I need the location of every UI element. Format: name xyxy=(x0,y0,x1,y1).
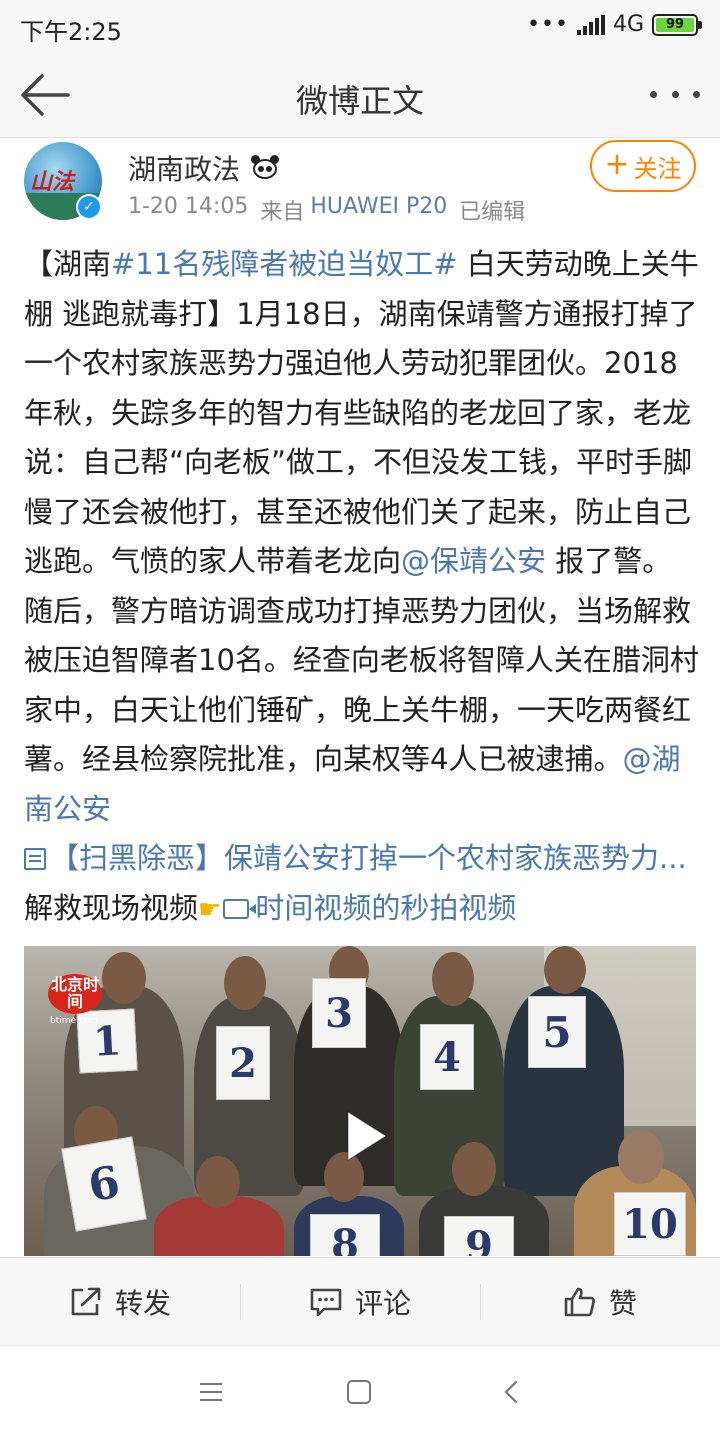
edited-label: 已编辑 xyxy=(459,200,526,225)
author-name-row: 湖南政法 xyxy=(128,148,280,188)
post-meta: 1-20 14:05 来自 HUAWEI P20 已编辑 xyxy=(128,194,525,226)
comment-button[interactable]: 评论 xyxy=(240,1258,480,1345)
hashtag-link[interactable]: #11名残障者被迫当奴工# xyxy=(111,247,458,281)
number-sign: 3 xyxy=(312,978,366,1048)
action-bar: 转发 评论 赞 xyxy=(0,1257,720,1345)
video-camera-icon xyxy=(223,898,257,919)
avatar-text: 山法 xyxy=(30,170,75,195)
post-timestamp: 1-20 14:05 xyxy=(128,194,249,219)
number-sign: 5 xyxy=(528,996,586,1068)
status-indicators: ••• 4G 99 xyxy=(527,12,702,37)
post-body: 【湖南#11名残障者被迫当奴工# 白天劳动晚上关牛棚 逃跑就毒打】1月18日，湖… xyxy=(24,240,700,935)
logo-text: 北京时间 xyxy=(48,974,102,1014)
dot-icon xyxy=(650,90,657,98)
video-link[interactable]: 时间视频的秒拍视频 xyxy=(221,891,516,925)
post-source[interactable]: HUAWEI P20 xyxy=(310,194,447,226)
repost-button[interactable]: 转发 xyxy=(0,1258,240,1345)
play-icon[interactable] xyxy=(334,1106,394,1166)
menu-icon[interactable] xyxy=(200,1383,222,1401)
comment-icon xyxy=(310,1288,342,1316)
more-options-button[interactable] xyxy=(650,76,700,112)
number-sign: 9 xyxy=(444,1216,514,1256)
status-bar: 下午2:25 ••• 4G 99 xyxy=(0,0,720,52)
video-link-text: 时间视频的秒拍视频 xyxy=(255,890,517,925)
notification-dots-icon: ••• xyxy=(527,12,569,37)
follow-button[interactable]: + 关注 xyxy=(590,140,696,192)
home-icon[interactable] xyxy=(347,1380,371,1404)
repost-label: 转发 xyxy=(114,1286,171,1320)
author-name[interactable]: 湖南政法 xyxy=(128,148,240,188)
number-sign: 6 xyxy=(61,1136,147,1232)
panda-icon xyxy=(250,155,280,181)
post-text-segment: 【湖南 xyxy=(24,247,112,281)
page-title: 微博正文 xyxy=(295,82,424,120)
author-header: 山法 ✓ 湖南政法 1-20 14:05 来自 HUAWEI P20 已编辑 +… xyxy=(0,140,720,232)
network-type: 4G xyxy=(612,12,644,37)
article-link-text: 【扫黑除恶】保靖公安打掉一个农村家族恶势力... xyxy=(50,841,687,875)
number-sign: 2 xyxy=(216,1026,270,1100)
system-nav-bar xyxy=(0,1345,720,1440)
comment-label: 评论 xyxy=(354,1286,411,1320)
signal-icon xyxy=(576,14,605,35)
source-prefix: 来自 xyxy=(260,200,305,225)
number-sign: 8 xyxy=(310,1214,380,1256)
verified-badge-icon: ✓ xyxy=(76,194,102,220)
dot-icon xyxy=(671,90,679,98)
person-head xyxy=(452,1142,496,1196)
article-link[interactable]: 【扫黑除恶】保靖公安打掉一个农村家族恶势力... xyxy=(24,841,687,875)
person-head xyxy=(544,946,586,994)
thumbs-up-icon xyxy=(564,1287,595,1316)
like-button[interactable]: 赞 xyxy=(480,1258,720,1345)
nav-bar: 微博正文 xyxy=(0,52,720,138)
battery-level: 99 xyxy=(656,17,694,32)
btime-logo: 北京时间 btime.com xyxy=(46,974,106,1030)
video-thumbnail[interactable]: 1 2 3 4 5 6 8 9 10 北京时间 btime.com xyxy=(24,946,696,1256)
post-text-segment: 白天劳动晚上关牛棚 逃跑就毒打】1月18日，湖南保靖警方通报打掉了一个农村家族恶… xyxy=(24,247,699,578)
person-head xyxy=(224,956,266,1010)
back-triangle-icon[interactable] xyxy=(500,1380,524,1404)
number-sign: 4 xyxy=(420,1024,474,1090)
person-head xyxy=(102,952,146,1004)
number-sign: 10 xyxy=(614,1192,686,1256)
person-head xyxy=(618,1130,664,1184)
battery-icon: 99 xyxy=(652,13,702,36)
pointing-hand-icon: ☛ xyxy=(198,894,222,925)
follow-label: 关注 xyxy=(633,154,682,183)
logo-url: btime.com xyxy=(50,1016,99,1026)
person-head xyxy=(432,952,474,1006)
article-icon xyxy=(24,848,46,870)
like-label: 赞 xyxy=(608,1286,637,1320)
status-time: 下午2:25 xyxy=(20,18,122,46)
dot-icon xyxy=(693,90,700,98)
post-text-segment: 报了警。随后，警方暗访调查成功打掉恶势力团伙，当场解救被压迫智障者10名。经查向… xyxy=(24,544,699,776)
mention-link[interactable]: @保靖公安 xyxy=(401,544,546,578)
post-text-segment: 解救现场视频 xyxy=(24,890,199,925)
plus-icon: + xyxy=(604,147,630,182)
person-head xyxy=(196,1156,240,1208)
repost-icon xyxy=(71,1287,101,1315)
